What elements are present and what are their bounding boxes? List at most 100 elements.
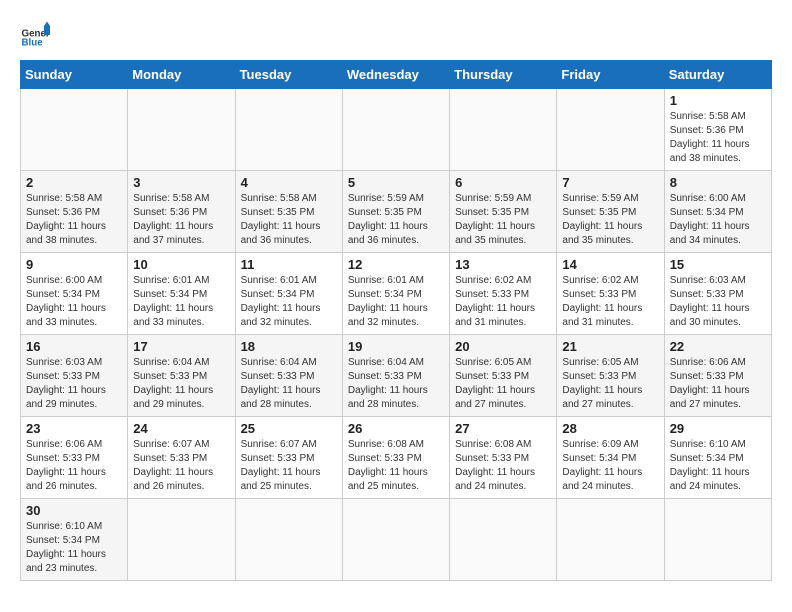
day-number: 28 [562,421,658,436]
day-info: Sunrise: 6:00 AM Sunset: 5:34 PM Dayligh… [26,274,122,330]
day-number: 10 [133,257,229,272]
day-number: 24 [133,421,229,436]
day-number: 21 [562,339,658,354]
calendar-cell [342,89,449,171]
day-number: 5 [348,175,444,190]
day-info: Sunrise: 6:04 AM Sunset: 5:33 PM Dayligh… [133,356,229,412]
calendar-week-5: 23Sunrise: 6:06 AM Sunset: 5:33 PM Dayli… [21,417,772,499]
calendar-cell: 7Sunrise: 5:59 AM Sunset: 5:35 PM Daylig… [557,171,664,253]
calendar-cell: 22Sunrise: 6:06 AM Sunset: 5:33 PM Dayli… [664,335,771,417]
day-info: Sunrise: 6:07 AM Sunset: 5:33 PM Dayligh… [241,438,337,494]
calendar-cell: 21 Sunrise: 6:05 AM Sunset: 5:33 PM Dayli… [557,335,664,417]
day-number: 27 [455,421,551,436]
day-info: Sunrise: 6:01 AM Sunset: 5:34 PM Dayligh… [348,274,444,330]
day-number: 18 [241,339,337,354]
calendar-cell: 1Sunrise: 5:58 AM Sunset: 5:36 PM Daylig… [664,89,771,171]
logo-icon: General Blue [20,20,50,50]
calendar-cell [235,499,342,581]
day-number: 19 [348,339,444,354]
calendar-cell: 29Sunrise: 6:10 AM Sunset: 5:34 PM Dayli… [664,417,771,499]
weekday-header-row: SundayMondayTuesdayWednesdayThursdayFrid… [21,61,772,89]
calendar-cell: 9Sunrise: 6:00 AM Sunset: 5:34 PM Daylig… [21,253,128,335]
calendar-cell: 4 Sunrise: 5:58 AM Sunset: 5:35 PM Daylig… [235,171,342,253]
day-number: 16 [26,339,122,354]
svg-text:Blue: Blue [22,38,44,49]
day-info: Sunrise: 5:59 AM Sunset: 5:35 PM Dayligh… [562,192,658,248]
calendar-week-2: 2 Sunrise: 5:58 AM Sunset: 5:36 PM Daylig… [21,171,772,253]
calendar-cell: 23Sunrise: 6:06 AM Sunset: 5:33 PM Dayli… [21,417,128,499]
day-number: 2 [26,175,122,190]
day-info: Sunrise: 6:08 AM Sunset: 5:33 PM Dayligh… [348,438,444,494]
day-info: Sunrise: 5:58 AM Sunset: 5:35 PM Dayligh… [241,192,337,248]
calendar-cell: 19Sunrise: 6:04 AM Sunset: 5:33 PM Dayli… [342,335,449,417]
weekday-header-thursday: Thursday [450,61,557,89]
day-number: 29 [670,421,766,436]
day-number: 11 [241,257,337,272]
day-number: 26 [348,421,444,436]
calendar-cell: 17Sunrise: 6:04 AM Sunset: 5:33 PM Dayli… [128,335,235,417]
calendar-cell: 11 Sunrise: 6:01 AM Sunset: 5:34 PM Dayli… [235,253,342,335]
day-info: Sunrise: 6:05 AM Sunset: 5:33 PM Dayligh… [455,356,551,412]
calendar-cell: 15Sunrise: 6:03 AM Sunset: 5:33 PM Dayli… [664,253,771,335]
page-header: General Blue [20,20,772,50]
weekday-header-friday: Friday [557,61,664,89]
weekday-header-tuesday: Tuesday [235,61,342,89]
calendar-week-6: 30Sunrise: 6:10 AM Sunset: 5:34 PM Dayli… [21,499,772,581]
weekday-header-monday: Monday [128,61,235,89]
calendar-cell: 13Sunrise: 6:02 AM Sunset: 5:33 PM Dayli… [450,253,557,335]
day-info: Sunrise: 5:58 AM Sunset: 5:36 PM Dayligh… [670,110,766,166]
day-number: 15 [670,257,766,272]
calendar-week-1: 1Sunrise: 5:58 AM Sunset: 5:36 PM Daylig… [21,89,772,171]
day-info: Sunrise: 6:05 AM Sunset: 5:33 PM Dayligh… [562,356,658,412]
calendar-cell: 3Sunrise: 5:58 AM Sunset: 5:36 PM Daylig… [128,171,235,253]
day-number: 25 [241,421,337,436]
day-info: Sunrise: 6:07 AM Sunset: 5:33 PM Dayligh… [133,438,229,494]
day-info: Sunrise: 5:59 AM Sunset: 5:35 PM Dayligh… [455,192,551,248]
calendar-cell: 30Sunrise: 6:10 AM Sunset: 5:34 PM Dayli… [21,499,128,581]
calendar-week-3: 9Sunrise: 6:00 AM Sunset: 5:34 PM Daylig… [21,253,772,335]
calendar-cell: 16 Sunrise: 6:03 AM Sunset: 5:33 PM Dayli… [21,335,128,417]
day-info: Sunrise: 6:01 AM Sunset: 5:34 PM Dayligh… [133,274,229,330]
day-info: Sunrise: 6:01 AM Sunset: 5:34 PM Dayligh… [241,274,337,330]
day-info: Sunrise: 6:02 AM Sunset: 5:33 PM Dayligh… [455,274,551,330]
calendar-cell: 20 Sunrise: 6:05 AM Sunset: 5:33 PM Dayli… [450,335,557,417]
calendar-cell [664,499,771,581]
calendar-cell [235,89,342,171]
day-info: Sunrise: 6:04 AM Sunset: 5:33 PM Dayligh… [241,356,337,412]
day-info: Sunrise: 6:03 AM Sunset: 5:33 PM Dayligh… [26,356,122,412]
day-number: 20 [455,339,551,354]
logo: General Blue [20,20,54,50]
calendar-cell: 2 Sunrise: 5:58 AM Sunset: 5:36 PM Daylig… [21,171,128,253]
calendar-cell [450,89,557,171]
day-info: Sunrise: 6:06 AM Sunset: 5:33 PM Dayligh… [670,356,766,412]
weekday-header-sunday: Sunday [21,61,128,89]
day-info: Sunrise: 5:58 AM Sunset: 5:36 PM Dayligh… [26,192,122,248]
calendar-cell [128,89,235,171]
calendar-cell: 28 Sunrise: 6:09 AM Sunset: 5:34 PM Dayli… [557,417,664,499]
calendar-cell: 27Sunrise: 6:08 AM Sunset: 5:33 PM Dayli… [450,417,557,499]
calendar-cell: 10 Sunrise: 6:01 AM Sunset: 5:34 PM Dayli… [128,253,235,335]
weekday-header-saturday: Saturday [664,61,771,89]
calendar-cell: 26 Sunrise: 6:08 AM Sunset: 5:33 PM Dayli… [342,417,449,499]
calendar-cell: 8Sunrise: 6:00 AM Sunset: 5:34 PM Daylig… [664,171,771,253]
calendar-body: 1Sunrise: 5:58 AM Sunset: 5:36 PM Daylig… [21,89,772,581]
day-number: 12 [348,257,444,272]
day-info: Sunrise: 5:59 AM Sunset: 5:35 PM Dayligh… [348,192,444,248]
day-number: 4 [241,175,337,190]
day-number: 14 [562,257,658,272]
calendar-cell [342,499,449,581]
calendar-table: SundayMondayTuesdayWednesdayThursdayFrid… [20,60,772,581]
calendar-cell: 24 Sunrise: 6:07 AM Sunset: 5:33 PM Dayli… [128,417,235,499]
calendar-cell: 5 Sunrise: 5:59 AM Sunset: 5:35 PM Daylig… [342,171,449,253]
day-number: 8 [670,175,766,190]
day-info: Sunrise: 6:10 AM Sunset: 5:34 PM Dayligh… [26,520,122,576]
calendar-cell [128,499,235,581]
day-info: Sunrise: 6:06 AM Sunset: 5:33 PM Dayligh… [26,438,122,494]
calendar-cell: 18 Sunrise: 6:04 AM Sunset: 5:33 PM Dayli… [235,335,342,417]
calendar-cell: 6Sunrise: 5:59 AM Sunset: 5:35 PM Daylig… [450,171,557,253]
day-number: 3 [133,175,229,190]
day-info: Sunrise: 6:09 AM Sunset: 5:34 PM Dayligh… [562,438,658,494]
weekday-header-wednesday: Wednesday [342,61,449,89]
calendar-cell [557,89,664,171]
calendar-cell [450,499,557,581]
